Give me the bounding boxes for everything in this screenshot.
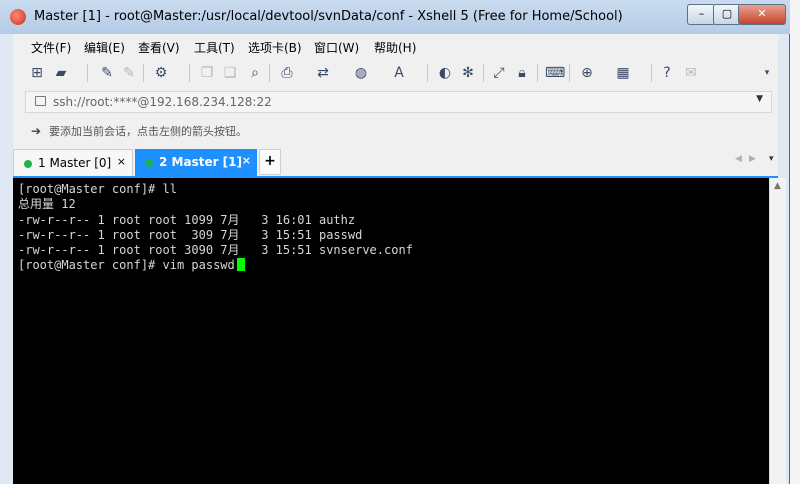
terminal-area[interactable]: [root@Master conf]# ll 总用量 12 -rw-r--r--… xyxy=(13,178,769,484)
open-folder-icon[interactable]: ▰ xyxy=(53,65,69,81)
tab-label: 1 Master [0] xyxy=(38,156,112,170)
globe-icon[interactable]: ◍ xyxy=(353,65,369,81)
compose-icon[interactable]: ⊕ xyxy=(579,65,595,81)
xshell-window: Master [1] - root@Master:/usr/local/devt… xyxy=(0,0,790,484)
scroll-up-icon[interactable]: ▲ xyxy=(774,181,781,191)
toolbar-divider xyxy=(427,64,428,82)
toolbar-divider xyxy=(537,64,538,82)
menu-bar: 文件(F) 编辑(E) 查看(V) 工具(T) 选项卡(B) 窗口(W) 帮助(… xyxy=(13,34,778,58)
tab-close-icon[interactable]: × xyxy=(117,155,126,168)
terminal-output: [root@Master conf]# ll 总用量 12 -rw-r--r--… xyxy=(18,182,413,274)
hint-bar: ➔ 要添加当前会话，点击左侧的箭头按钮。 xyxy=(13,114,778,146)
status-dot-icon xyxy=(145,159,153,167)
new-session-icon[interactable]: ⊞ xyxy=(29,65,45,81)
chat-icon[interactable]: ✉ xyxy=(683,65,699,81)
xftp-icon[interactable]: ◐ xyxy=(437,65,453,81)
hint-text: 要添加当前会话，点击左侧的箭头按钮。 xyxy=(49,125,247,138)
tab-label: 2 Master [1] xyxy=(159,155,242,169)
transfer-icon[interactable]: ⇄ xyxy=(315,65,331,81)
lock-icon[interactable]: 🔒︎ xyxy=(514,65,530,81)
maximize-button[interactable]: ▢ xyxy=(713,4,741,25)
find-icon[interactable]: ⌕ xyxy=(247,65,263,81)
terminal-prompt-line: [root@Master conf]# vim passwd xyxy=(18,258,413,273)
title-bar[interactable]: Master [1] - root@Master:/usr/local/devt… xyxy=(0,0,790,34)
terminal-line: [root@Master conf]# ll xyxy=(18,182,177,196)
terminal-cursor xyxy=(236,258,245,272)
terminal-line: -rw-r--r-- 1 root root 309 7月 3 15:51 pa… xyxy=(18,227,363,242)
toolbar-divider xyxy=(143,64,144,82)
tab-prev-icon[interactable]: ◀ xyxy=(735,154,742,164)
tab-master-1[interactable]: 2 Master [1] × xyxy=(135,149,257,176)
layout-icon[interactable]: ▦ xyxy=(615,65,631,81)
keyboard-icon[interactable]: ⌨ xyxy=(545,65,565,81)
menu-tabs[interactable]: 选项卡(B) xyxy=(248,39,302,56)
menu-help[interactable]: 帮助(H) xyxy=(374,39,416,56)
toolbar-overflow-icon[interactable]: ▾ xyxy=(759,65,775,81)
command-text: [root@Master conf]# vim passwd xyxy=(18,258,235,273)
menu-view[interactable]: 查看(V) xyxy=(138,39,180,56)
terminal-line: -rw-r--r-- 1 root root 3090 7月 3 15:51 s… xyxy=(18,243,413,258)
toolbar-divider xyxy=(269,64,270,82)
properties-icon[interactable]: ⚙ xyxy=(153,65,169,81)
tab-close-icon[interactable]: × xyxy=(242,154,251,167)
window-title: Master [1] - root@Master:/usr/local/devt… xyxy=(34,9,623,24)
fullscreen-icon[interactable]: ⤢ xyxy=(491,65,507,81)
status-dot-icon xyxy=(24,160,32,168)
add-session-arrow-icon[interactable]: ➔ xyxy=(31,124,41,138)
help-icon[interactable]: ? xyxy=(659,65,675,81)
menu-window[interactable]: 窗口(W) xyxy=(314,39,359,56)
address-text: ssh://root:****@192.168.234.128:22 xyxy=(53,95,272,109)
chevron-down-icon[interactable]: ▼ xyxy=(756,94,763,104)
toolbar: ⊞ ▰ ✎ ✎ ⚙ ❐ ❏ ⌕ ⎙ ⇄ ◍ A ◐ ✻ ⤢ 🔒︎ ⌨ ⊕ ▦ ?… xyxy=(13,58,778,88)
toolbar-divider xyxy=(569,64,570,82)
close-button[interactable]: ✕ xyxy=(738,4,786,25)
font-icon[interactable]: A xyxy=(391,65,407,81)
terminal-line: 总用量 12 xyxy=(18,197,76,212)
new-tab-button[interactable]: + xyxy=(259,149,281,175)
background-window-edge xyxy=(790,0,800,484)
disconnect-icon[interactable]: ✎ xyxy=(121,65,137,81)
toolbar-divider xyxy=(651,64,652,82)
print-icon[interactable]: ⎙ xyxy=(279,65,295,81)
toolbar-divider xyxy=(483,64,484,82)
terminal-line: -rw-r--r-- 1 root root 1099 7月 3 16:01 a… xyxy=(18,212,356,227)
address-field[interactable]: ssh://root:****@192.168.234.128:22 ▼ xyxy=(25,91,772,113)
copy-icon[interactable]: ❐ xyxy=(199,65,215,81)
tab-master-0[interactable]: 1 Master [0] × xyxy=(13,149,133,176)
connect-icon[interactable]: ✎ xyxy=(99,65,115,81)
session-tab-bar: 1 Master [0] × 2 Master [1] × + ◀ ▶ ▾ xyxy=(13,146,778,178)
menu-tools[interactable]: 工具(T) xyxy=(194,39,235,56)
terminal-scrollbar[interactable]: ▲ xyxy=(769,178,786,484)
menu-file[interactable]: 文件(F) xyxy=(31,39,71,56)
xmanager-icon[interactable]: ✻ xyxy=(460,65,476,81)
menu-edit[interactable]: 编辑(E) xyxy=(84,39,125,56)
xshell-logo-icon[interactable] xyxy=(10,9,26,25)
tab-next-icon[interactable]: ▶ xyxy=(749,154,756,164)
minimize-button[interactable]: – xyxy=(687,4,716,25)
toolbar-divider xyxy=(189,64,190,82)
padlock-icon xyxy=(35,96,46,106)
paste-icon[interactable]: ❏ xyxy=(222,65,238,81)
address-bar: ssh://root:****@192.168.234.128:22 ▼ xyxy=(13,88,778,114)
toolbar-divider xyxy=(87,64,88,82)
tab-list-icon[interactable]: ▾ xyxy=(769,154,774,164)
